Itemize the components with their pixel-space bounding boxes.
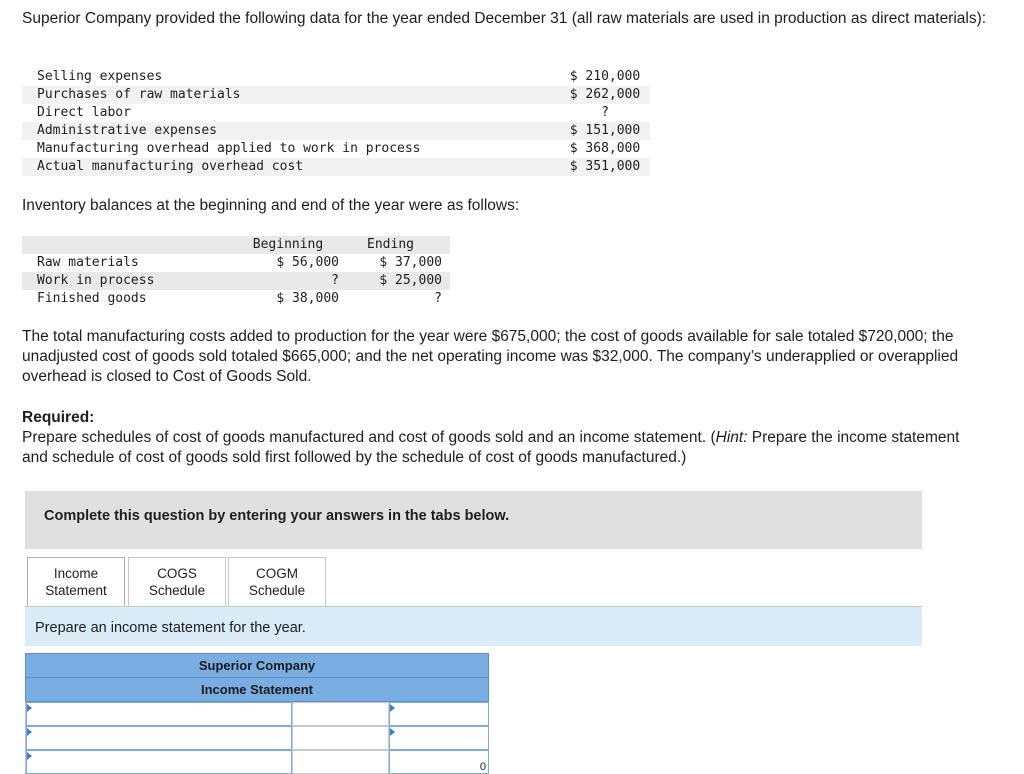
row-value: $ 210,000 [569,69,641,84]
row-value: ? [601,105,609,120]
col-header-ending: Ending [339,236,450,254]
table-row: Purchases of raw materials $ 262,000 [22,86,650,104]
beginning-value: ? [237,272,339,290]
amount-input[interactable] [389,702,489,726]
statement-row [25,726,489,750]
statement-title: Income Statement [25,678,489,702]
income-statement-table: Superior Company Income Statement 0 [25,653,489,774]
table-row: Actual manufacturing overhead cost $ 351… [22,158,650,176]
intro-text: Superior Company provided the following … [22,10,987,27]
table-row: Administrative expenses $ 151,000 [22,122,650,140]
ending-value: $ 25,000 [339,272,450,290]
row-label: Selling expenses [37,69,163,84]
amount-total: 0 [389,750,489,774]
hint-label: Hint: [715,429,748,446]
statement-company: Superior Company [25,653,489,678]
required-text: Prepare schedules of cost of goods manuf… [22,429,960,466]
inventory-table: Beginning Ending Raw materials $ 56,000 … [22,236,450,308]
instructions-text: Complete this question by entering your … [44,508,510,524]
row-value: $ 351,000 [560,158,650,176]
account-dropdown[interactable] [26,750,292,774]
statement-row: 0 [25,750,489,774]
dropdown-marker-icon [390,728,395,736]
table-row: Work in process ? $ 25,000 [22,272,450,290]
row-label: Direct labor [37,105,131,120]
row-label: Manufacturing overhead applied to work i… [37,141,421,156]
ending-value: ? [434,291,442,306]
dropdown-marker-icon [390,704,395,712]
ending-value: $ 37,000 [379,255,442,270]
dropdown-marker-icon [27,704,32,712]
amount-input[interactable] [292,702,389,726]
row-value: $ 368,000 [569,141,641,156]
row-label: Purchases of raw materials [22,86,560,104]
beginning-value: $ 38,000 [276,291,339,306]
table-row: Raw materials $ 56,000 $ 37,000 [22,254,450,272]
dropdown-marker-icon [27,752,32,760]
beginning-value: $ 56,000 [276,255,339,270]
tab-cogs-schedule[interactable]: COGS Schedule [128,557,226,606]
table-header-row: Beginning Ending [22,236,450,254]
table-row: Finished goods $ 38,000 ? [22,290,450,308]
account-dropdown[interactable] [26,702,292,726]
row-value: $ 262,000 [560,86,650,104]
row-value: $ 151,000 [560,122,650,140]
table-row: Selling expenses $ 210,000 [22,68,650,86]
prompt-bar: Prepare an income statement for the year… [25,607,922,646]
account-dropdown[interactable] [26,726,292,750]
row-label: Finished goods [37,291,147,306]
inventory-intro: Inventory balances at the beginning and … [22,197,520,214]
instructions-box: Complete this question by entering your … [25,491,922,549]
table-row: Direct labor ? [22,104,650,122]
prompt-text: Prepare an income statement for the year… [35,620,306,636]
row-label: Raw materials [37,255,139,270]
amount-input[interactable] [292,726,389,750]
dropdown-marker-icon [27,728,32,736]
cost-data-table: Selling expenses $ 210,000 Purchases of … [22,68,650,176]
row-label: Actual manufacturing overhead cost [22,158,560,176]
amount-input[interactable] [292,750,389,774]
table-row: Manufacturing overhead applied to work i… [22,140,650,158]
required-label: Required: [22,409,95,426]
row-label: Administrative expenses [22,122,560,140]
row-label: Work in process [22,272,237,290]
statement-row [25,702,489,726]
amount-input[interactable] [389,726,489,750]
totals-paragraph: The total manufacturing costs added to p… [22,328,959,385]
tab-income-statement[interactable]: Income Statement [27,557,125,606]
tab-cogm-schedule[interactable]: COGM Schedule [228,557,326,606]
col-header-beginning: Beginning [237,236,339,254]
